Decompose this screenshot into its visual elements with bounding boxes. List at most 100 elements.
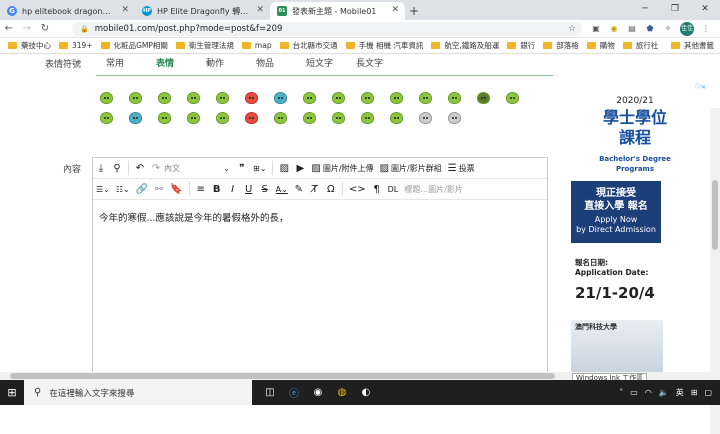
chrome-icon[interactable]: ◍ (332, 383, 352, 403)
image-icon[interactable]: ▨ (276, 160, 292, 176)
extension-icon[interactable]: ▤ (626, 23, 638, 35)
emoji-item[interactable] (266, 88, 295, 108)
wifi-icon[interactable]: ◠ (645, 388, 652, 397)
emoji-item[interactable] (237, 88, 266, 108)
emoji-item[interactable] (411, 88, 440, 108)
video-icon[interactable]: ▶ (292, 160, 308, 176)
ad-apply-box[interactable]: 現正接受 直接入學 報名 Apply Now by Direct Admission (571, 181, 661, 243)
bookmark-folder[interactable]: 手機 相機 汽車資訊 (345, 40, 423, 51)
ime-indicator[interactable]: 英 (676, 387, 684, 398)
underline-button[interactable]: U (241, 181, 257, 197)
emoji-item[interactable] (324, 108, 353, 128)
emoji-item[interactable] (382, 88, 411, 108)
bookmark-icon[interactable]: 🔖 (167, 181, 185, 197)
close-tab-icon[interactable]: ✕ (256, 5, 264, 15)
close-tab-icon[interactable]: ✕ (121, 5, 129, 15)
align-icon[interactable]: ≡ (193, 181, 209, 197)
bullet-list-icon[interactable]: ☰⌄ (93, 181, 113, 197)
volume-icon[interactable]: 🔈 (659, 388, 669, 397)
menu-icon[interactable]: ⋮ (700, 23, 712, 35)
unlink-icon[interactable]: ⚯ (151, 181, 167, 197)
emoji-item[interactable] (498, 88, 527, 108)
clear-format-icon[interactable]: T̸ (307, 181, 323, 197)
paragraph-icon[interactable]: ¶ (369, 181, 385, 197)
emoji-item[interactable] (150, 108, 179, 128)
emoji-item[interactable] (179, 88, 208, 108)
scrollbar-thumb[interactable] (712, 180, 718, 250)
emoji-tab-expression[interactable]: 表情 (156, 56, 206, 69)
tray-chevron-icon[interactable]: ˄ (619, 388, 623, 397)
emoji-tab-object[interactable]: 物品 (256, 56, 306, 69)
emoji-item[interactable] (440, 108, 469, 128)
emoji-item[interactable] (92, 88, 121, 108)
numbered-list-icon[interactable]: ☷⌄ (113, 181, 133, 197)
emoji-item[interactable] (179, 108, 208, 128)
emoji-item[interactable] (121, 88, 150, 108)
close-window-icon[interactable]: ✕ (690, 0, 720, 20)
font-style-select[interactable]: 內文 ⌄ (164, 160, 234, 176)
emoji-item[interactable] (237, 108, 266, 128)
bold-button[interactable]: B (209, 181, 225, 197)
extensions-puzzle-icon[interactable]: ✧ (662, 23, 674, 35)
windows-start-icon[interactable]: ⊞ (0, 386, 24, 399)
redo-icon[interactable]: ↷ (148, 160, 164, 176)
shield-icon[interactable]: ⬟ (644, 23, 656, 35)
emoji-item[interactable] (353, 108, 382, 128)
bookmark-star-icon[interactable]: ☆ (568, 24, 576, 34)
emoji-tab-long-text[interactable]: 長文字 (356, 56, 406, 69)
emoji-item[interactable] (266, 108, 295, 128)
app-icon[interactable]: ◐ (356, 383, 376, 403)
highlight-icon[interactable]: ✎ (291, 181, 307, 197)
browser-tab-google[interactable]: G hp elitebook dragonfly - Goog ✕ (0, 2, 135, 20)
media-icon[interactable]: ◉ (308, 383, 328, 403)
undo-icon[interactable]: ↶ (132, 160, 148, 176)
emoji-item[interactable] (324, 88, 353, 108)
emoji-tab-action[interactable]: 動作 (206, 56, 256, 69)
bookmark-folder[interactable]: map (241, 41, 272, 50)
bookmark-folder[interactable]: 銀行 (507, 40, 535, 51)
close-tab-icon[interactable]: ✕ (391, 5, 399, 15)
notification-icon[interactable]: ▢ (704, 388, 712, 397)
source-code-icon[interactable]: <> (346, 181, 369, 197)
extension-icon[interactable]: ◉ (608, 23, 620, 35)
search-icon[interactable]: ⚲ (109, 160, 125, 176)
reload-icon[interactable]: ↻ (36, 23, 54, 34)
special-char-icon[interactable]: Ω (323, 181, 339, 197)
bookmark-folder[interactable]: 衛生管理法規 (175, 40, 234, 51)
scrollbar-thumb[interactable] (10, 373, 555, 379)
task-view-icon[interactable]: ◫ (260, 383, 280, 403)
emoji-item[interactable] (208, 108, 237, 128)
emoji-item[interactable] (208, 88, 237, 108)
ime-mode-icon[interactable]: ⊞ (691, 388, 698, 397)
download-icon[interactable]: ⤓ (93, 160, 109, 176)
new-tab-button[interactable]: + (405, 2, 423, 20)
bookmark-folder[interactable]: 藥技中心 (8, 40, 51, 51)
browser-tab-mobile01[interactable]: 01 發表新主題 - Mobile01 ✕ (270, 2, 405, 20)
url-bar[interactable]: 🔒 mobile01.com/post.php?mode=post&f=209 … (72, 22, 582, 36)
emoji-item[interactable] (382, 108, 411, 128)
dl-button[interactable]: DL (385, 181, 402, 197)
emoji-item[interactable] (150, 88, 179, 108)
minimize-icon[interactable]: ─ (630, 0, 660, 20)
emoji-tab-common[interactable]: 常用 (106, 56, 156, 69)
bookmark-folder[interactable]: 旅行社 (622, 40, 658, 51)
image-upload-button[interactable]: ▨ 圖片/附件上傳 (308, 160, 376, 176)
bookmark-folder[interactable]: 部落格 (543, 40, 579, 51)
emoji-item[interactable] (469, 88, 498, 108)
forward-icon[interactable]: → (18, 23, 36, 34)
side-advertisement[interactable]: ⓘ✕ 2020/21 學士學位 課程 Bachelor's Degree Progr… (562, 80, 708, 380)
emoji-item[interactable] (92, 108, 121, 128)
back-icon[interactable]: ← (0, 23, 18, 34)
emoji-item[interactable] (440, 88, 469, 108)
emoji-item[interactable] (295, 88, 324, 108)
bookmark-folder[interactable]: 化粧品GMP相關 (100, 40, 168, 51)
strikethrough-button[interactable]: S (257, 181, 273, 197)
edge-icon[interactable]: ⓔ (284, 383, 304, 403)
emoji-item[interactable] (411, 108, 440, 128)
taskbar-search[interactable]: ⚲ 在這裡輸入文字來搜尋 (24, 380, 252, 405)
bookmark-folder[interactable]: 購物 (586, 40, 615, 51)
caption-button[interactable]: 標題…圖片/影片 (401, 181, 466, 197)
table-icon[interactable]: ⊞⌄ (250, 160, 269, 176)
bookmark-folder-other[interactable]: 其他書籤 (671, 40, 714, 51)
bookmark-folder[interactable]: 台北縣市交通 (279, 40, 338, 51)
